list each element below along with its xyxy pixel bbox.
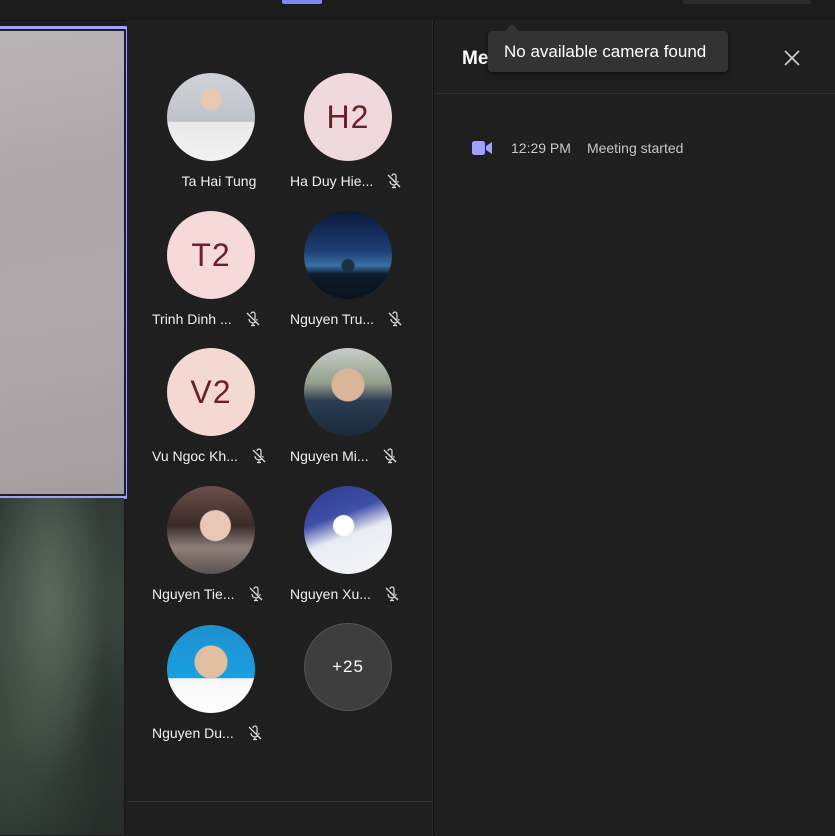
mic-off-icon <box>387 173 401 189</box>
event-timestamp: 12:29 PM <box>511 140 571 156</box>
participant-tile[interactable]: V2 Vu Ngoc Kh... <box>149 348 289 478</box>
participant-name-row: Trinh Dinh ... <box>152 309 292 329</box>
participant-name-row: Vu Ngoc Kh... <box>152 446 292 466</box>
participant-name-row: Nguyen Xu... <box>290 584 430 604</box>
overflow-count: +25 <box>304 623 392 711</box>
mic-off-icon <box>246 311 260 327</box>
avatar-initials: T2 <box>191 236 231 273</box>
tooltip-text: No available camera found <box>504 41 707 61</box>
participant-name: Nguyen Xu... <box>290 586 371 602</box>
avatar-initials: H2 <box>326 98 370 135</box>
avatar <box>167 486 255 574</box>
video-camera-icon <box>472 141 492 155</box>
meeting-chat-panel: Me 12:29 PM Meeting started <box>433 20 835 835</box>
gallery-footer <box>127 801 432 836</box>
participant-tile[interactable]: T2 Trinh Dinh ... <box>149 211 289 341</box>
top-toolbar <box>0 0 835 21</box>
participant-tile[interactable]: Nguyen Tie... <box>149 486 289 616</box>
avatar-initials: V2 <box>190 373 232 410</box>
participant-name-row: Nguyen Du... <box>152 723 292 743</box>
participant-name-row: Nguyen Tie... <box>152 584 292 604</box>
participant-tile[interactable]: Nguyen Tru... <box>286 211 426 341</box>
event-text: Meeting started <box>586 140 684 156</box>
camera-tooltip: No available camera found <box>488 24 728 72</box>
participant-name: Nguyen Tie... <box>152 586 235 602</box>
mic-off-icon <box>385 586 399 602</box>
participant-name: Nguyen Tru... <box>290 311 375 327</box>
participant-name: Nguyen Mi... <box>290 448 369 464</box>
mic-off-icon <box>249 586 262 602</box>
avatar: H2 <box>304 73 392 161</box>
meeting-event: 12:29 PM Meeting started <box>472 138 683 158</box>
toolbar-button[interactable] <box>683 0 811 4</box>
participant-name-row: Ha Duy Hie... <box>290 171 430 191</box>
panel-title: Me <box>462 48 489 69</box>
avatar <box>167 73 255 161</box>
avatar <box>304 211 392 299</box>
participant-name-row: Nguyen Tru... <box>290 309 430 329</box>
avatar <box>304 486 392 574</box>
participant-tile[interactable]: Nguyen Xu... <box>286 486 426 616</box>
video-stage <box>0 22 129 835</box>
participant-tile[interactable]: Ta Hai Tung <box>149 73 289 203</box>
participant-name: Nguyen Du... <box>152 725 234 741</box>
mic-off-icon <box>252 448 266 464</box>
mic-off-icon <box>248 725 262 741</box>
participant-gallery: Ta Hai Tung H2 Ha Duy Hie... T2 Trinh Di… <box>127 20 433 836</box>
participant-tile[interactable]: H2 Ha Duy Hie... <box>286 73 426 203</box>
participant-name: Ta Hai Tung <box>181 173 257 189</box>
avatar <box>167 625 255 713</box>
participant-tile[interactable]: Nguyen Mi... <box>286 348 426 478</box>
overflow-participants-button[interactable]: +25 <box>286 623 426 753</box>
main-video-feed[interactable] <box>0 26 129 499</box>
participant-name: Trinh Dinh ... <box>152 311 232 327</box>
secondary-video-feed[interactable] <box>0 498 124 835</box>
close-icon[interactable] <box>781 47 803 69</box>
avatar <box>304 348 392 436</box>
participant-name: Vu Ngoc Kh... <box>152 448 238 464</box>
avatar: V2 <box>167 348 255 436</box>
avatar: T2 <box>167 211 255 299</box>
mic-off-icon <box>388 311 402 327</box>
participant-name: Ha Duy Hie... <box>290 173 374 189</box>
participant-tile[interactable]: Nguyen Du... <box>149 625 289 755</box>
active-tab-indicator <box>282 0 322 4</box>
participant-name-row: Ta Hai Tung <box>149 171 289 191</box>
mic-off-icon <box>383 448 397 464</box>
participant-name-row: Nguyen Mi... <box>290 446 430 466</box>
